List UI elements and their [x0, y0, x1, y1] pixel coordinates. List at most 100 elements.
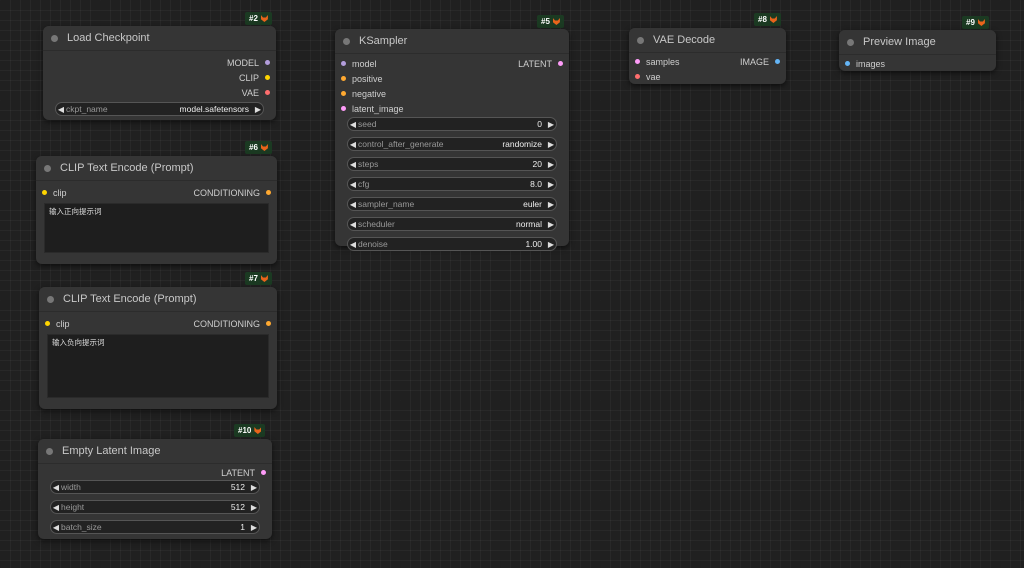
prompt-textarea[interactable]: 输入负向提示词: [47, 334, 269, 398]
arrow-right-icon[interactable]: ▶: [546, 120, 556, 129]
arrow-right-icon[interactable]: ▶: [546, 240, 556, 249]
slot-row[interactable]: samples IMAGE: [629, 54, 786, 69]
arrow-left-icon[interactable]: ◀: [348, 160, 358, 169]
arrow-left-icon[interactable]: ◀: [51, 483, 61, 492]
slot-dot-icon[interactable]: [341, 61, 346, 66]
arrow-left-icon[interactable]: ◀: [348, 240, 358, 249]
widget-batch-size[interactable]: ◀ batch_size 1 ▶: [50, 520, 260, 534]
node-clip-text-encode-positive[interactable]: CLIP Text Encode (Prompt) clip CONDITION…: [36, 156, 277, 264]
arrow-right-icon[interactable]: ▶: [249, 523, 259, 532]
slot-row[interactable]: clip CONDITIONING: [36, 185, 277, 200]
output-slot-latent[interactable]: LATENT: [518, 56, 563, 71]
widget-control-after-generate[interactable]: ◀ control_after_generate randomize ▶: [347, 137, 557, 151]
collapse-dot-icon[interactable]: [343, 37, 350, 45]
input-slot-samples[interactable]: samples: [635, 54, 680, 69]
arrow-right-icon[interactable]: ▶: [249, 503, 259, 512]
widget-ckpt-name[interactable]: ◀ ckpt_name model.safetensors ▶: [55, 102, 264, 116]
widget-height[interactable]: ◀ height 512 ▶: [50, 500, 260, 514]
output-slot-image[interactable]: IMAGE: [740, 54, 780, 69]
slot-dot-icon[interactable]: [341, 91, 346, 96]
slot-dot-icon[interactable]: [265, 60, 270, 65]
fox-icon: [254, 427, 262, 434]
slot-dot-icon[interactable]: [558, 61, 563, 66]
arrow-left-icon[interactable]: ◀: [51, 523, 61, 532]
slot-dot-icon[interactable]: [635, 59, 640, 64]
widget-width[interactable]: ◀ width 512 ▶: [50, 480, 260, 494]
output-slot-vae[interactable]: VAE: [43, 85, 276, 100]
arrow-right-icon[interactable]: ▶: [546, 160, 556, 169]
node-preview-image[interactable]: Preview Image images: [839, 30, 996, 71]
arrow-right-icon[interactable]: ▶: [253, 105, 263, 114]
widget-sampler-name[interactable]: ◀ sampler_name euler ▶: [347, 197, 557, 211]
arrow-left-icon[interactable]: ◀: [348, 200, 358, 209]
collapse-dot-icon[interactable]: [51, 34, 58, 42]
fox-icon: [260, 275, 268, 282]
slot-dot-icon[interactable]: [845, 61, 850, 66]
fox-icon: [552, 18, 560, 25]
arrow-right-icon[interactable]: ▶: [546, 140, 556, 149]
node-id-badge: #5: [537, 15, 564, 28]
widget-cfg[interactable]: ◀ cfg 8.0 ▶: [347, 177, 557, 191]
collapse-dot-icon[interactable]: [637, 36, 644, 44]
widget-denoise[interactable]: ◀ denoise 1.00 ▶: [347, 237, 557, 251]
input-slot-negative[interactable]: negative: [335, 86, 569, 101]
input-slot-latent-image[interactable]: latent_image: [335, 101, 569, 116]
input-slot-positive[interactable]: positive: [335, 71, 569, 86]
slot-dot-icon[interactable]: [266, 190, 271, 195]
input-slot-clip[interactable]: clip: [42, 185, 67, 200]
collapse-dot-icon[interactable]: [44, 164, 51, 172]
output-slot-model[interactable]: MODEL: [43, 55, 276, 70]
widget-scheduler[interactable]: ◀ scheduler normal ▶: [347, 217, 557, 231]
node-empty-latent-image[interactable]: Empty Latent Image LATENT ◀ width 512 ▶ ◀ he…: [38, 439, 272, 539]
arrow-left-icon[interactable]: ◀: [51, 503, 61, 512]
slot-dot-icon[interactable]: [775, 59, 780, 64]
node-title[interactable]: Load Checkpoint: [43, 26, 276, 51]
arrow-left-icon[interactable]: ◀: [348, 140, 358, 149]
collapse-dot-icon[interactable]: [46, 447, 53, 455]
input-slot-model[interactable]: model: [341, 56, 377, 71]
widget-steps[interactable]: ◀ steps 20 ▶: [347, 157, 557, 171]
arrow-left-icon[interactable]: ◀: [56, 105, 66, 114]
slot-row[interactable]: model LATENT: [335, 56, 569, 71]
arrow-right-icon[interactable]: ▶: [546, 200, 556, 209]
widget-seed[interactable]: ◀ seed 0 ▶: [347, 117, 557, 131]
output-slot-conditioning[interactable]: CONDITIONING: [194, 185, 271, 200]
node-title[interactable]: CLIP Text Encode (Prompt): [39, 287, 277, 312]
node-title[interactable]: Empty Latent Image: [38, 439, 272, 464]
prompt-textarea[interactable]: 输入正向提示词: [44, 203, 269, 253]
slot-dot-icon[interactable]: [341, 106, 346, 111]
collapse-dot-icon[interactable]: [847, 38, 854, 46]
arrow-left-icon[interactable]: ◀: [348, 220, 358, 229]
arrow-left-icon[interactable]: ◀: [348, 120, 358, 129]
node-title[interactable]: CLIP Text Encode (Prompt): [36, 156, 277, 181]
node-title[interactable]: Preview Image: [839, 30, 996, 55]
input-slot-vae[interactable]: vae: [629, 69, 786, 84]
slot-dot-icon[interactable]: [265, 90, 270, 95]
arrow-right-icon[interactable]: ▶: [249, 483, 259, 492]
arrow-left-icon[interactable]: ◀: [348, 180, 358, 189]
node-vae-decode[interactable]: VAE Decode samples IMAGE vae: [629, 28, 786, 84]
slot-dot-icon[interactable]: [266, 321, 271, 326]
input-slot-images[interactable]: images: [839, 56, 996, 71]
node-title[interactable]: VAE Decode: [629, 28, 786, 53]
slot-row[interactable]: clip CONDITIONING: [39, 316, 277, 331]
arrow-right-icon[interactable]: ▶: [546, 180, 556, 189]
slot-dot-icon[interactable]: [341, 76, 346, 81]
node-title[interactable]: KSampler: [335, 29, 569, 54]
output-slot-conditioning[interactable]: CONDITIONING: [194, 316, 271, 331]
node-clip-text-encode-negative[interactable]: CLIP Text Encode (Prompt) clip CONDITION…: [39, 287, 277, 409]
node-ksampler[interactable]: KSampler model LATENT positive negative …: [335, 29, 569, 251]
output-slot-clip[interactable]: CLIP: [43, 70, 276, 85]
slot-dot-icon[interactable]: [261, 470, 266, 475]
node-id-badge: #10: [234, 424, 266, 437]
output-slot-latent[interactable]: LATENT: [38, 465, 272, 480]
slot-dot-icon[interactable]: [265, 75, 270, 80]
node-load-checkpoint[interactable]: Load Checkpoint MODEL CLIP VAE ◀ ckpt_na…: [43, 26, 276, 120]
collapse-dot-icon[interactable]: [47, 295, 54, 303]
slot-dot-icon[interactable]: [42, 190, 47, 195]
arrow-right-icon[interactable]: ▶: [546, 220, 556, 229]
slot-dot-icon[interactable]: [45, 321, 50, 326]
slot-dot-icon[interactable]: [635, 74, 640, 79]
input-slot-clip[interactable]: clip: [45, 316, 70, 331]
node-id-badge: #9: [962, 16, 989, 29]
